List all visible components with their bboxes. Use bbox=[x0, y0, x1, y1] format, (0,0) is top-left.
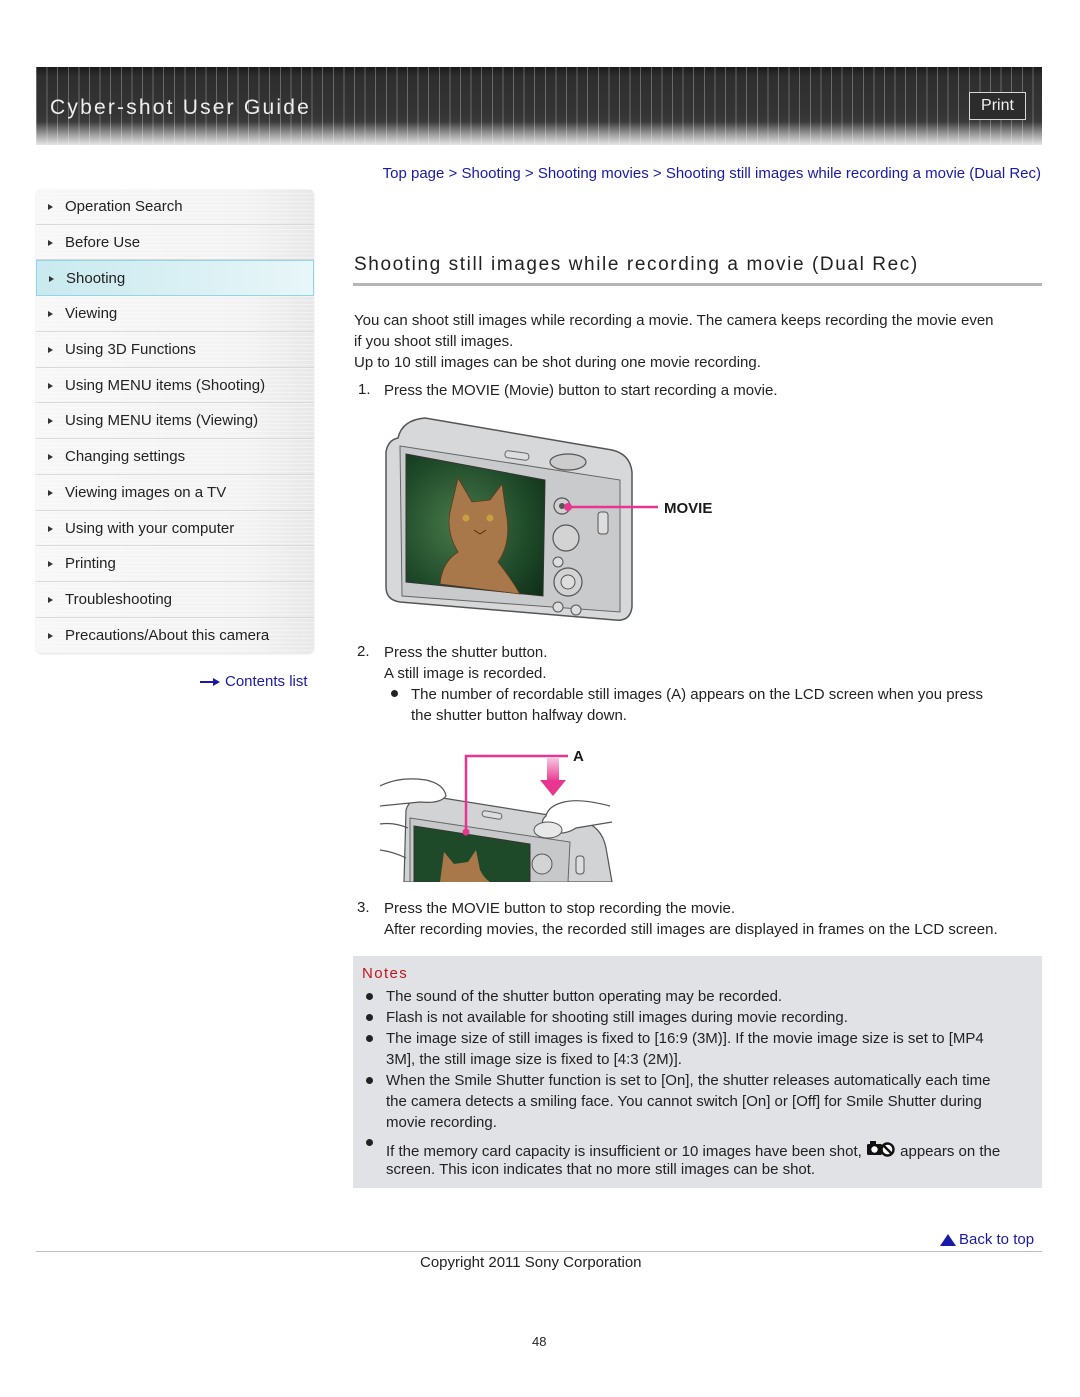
back-to-top-link[interactable]: Back to top bbox=[940, 1231, 1034, 1248]
triangle-right-icon bbox=[48, 382, 53, 389]
sidebar-item-label: Troubleshooting bbox=[65, 590, 173, 608]
sidebar-item-using-with-computer[interactable]: Using with your computer bbox=[36, 510, 314, 547]
sidebar-item-label: Using 3D Functions bbox=[65, 341, 196, 359]
page-number: 48 bbox=[532, 1334, 547, 1349]
sidebar-item-label: Using MENU items (Shooting) bbox=[65, 376, 266, 394]
page-title: Shooting still images while recording a … bbox=[354, 254, 919, 275]
sidebar-item-before-use[interactable]: Before Use bbox=[36, 224, 314, 261]
step-number: 2. bbox=[357, 643, 370, 660]
shutter-press-figure: A bbox=[380, 748, 613, 882]
breadcrumb: Top page > Shooting > Shooting movies > … bbox=[360, 163, 1041, 184]
sidebar-nav: Operation Search Before Use Shooting Vie… bbox=[36, 189, 314, 654]
bullet-icon bbox=[366, 1014, 373, 1021]
notes-box: Notes The sound of the shutter button op… bbox=[353, 956, 1042, 1188]
camera-movie-button-figure: MOVIE bbox=[385, 417, 712, 621]
note-1-text: The sound of the shutter button operatin… bbox=[386, 988, 783, 1005]
bullet-icon bbox=[366, 993, 373, 1000]
bullet-icon bbox=[366, 1139, 373, 1146]
sidebar-item-label: Viewing images on a TV bbox=[65, 483, 227, 501]
triangle-right-icon bbox=[48, 204, 53, 210]
sidebar-item-label: Using MENU items (Viewing) bbox=[65, 412, 259, 430]
sidebar-item-label: Before Use bbox=[65, 233, 141, 251]
breadcrumb-shooting-movies[interactable]: Shooting movies bbox=[538, 165, 649, 182]
print-button[interactable]: Print bbox=[969, 92, 1026, 120]
sidebar-item-label: Shooting bbox=[66, 270, 126, 288]
back-to-top-label: Back to top bbox=[959, 1231, 1035, 1248]
sidebar-item-label: Printing bbox=[65, 555, 116, 573]
title-divider bbox=[353, 283, 1042, 286]
triangle-right-icon bbox=[48, 239, 53, 246]
triangle-right-icon bbox=[48, 525, 53, 532]
intro-text-line-1: You can shoot still images while recordi… bbox=[354, 312, 994, 329]
triangle-right-icon bbox=[48, 454, 53, 461]
no-still-image-icon bbox=[866, 1138, 896, 1157]
sidebar-item-label: Precautions/About this camera bbox=[65, 626, 270, 644]
sidebar-item-label: Changing settings bbox=[65, 448, 186, 466]
contents-list-label: Contents list bbox=[225, 673, 308, 690]
step-2-text: Press the shutter button. bbox=[384, 644, 548, 661]
breadcrumb-current-page[interactable]: Shooting still images while recording a … bbox=[666, 165, 1041, 182]
step-1-text: Press the MOVIE (Movie) button to start … bbox=[384, 382, 778, 399]
note-4-line-1: When the Smile Shutter function is set t… bbox=[386, 1072, 991, 1089]
bullet-icon bbox=[366, 1077, 373, 1084]
notes-title: Notes bbox=[362, 965, 409, 982]
triangle-right-icon bbox=[48, 418, 53, 425]
breadcrumb-separator: > bbox=[648, 165, 666, 182]
app-title: Cyber-shot User Guide bbox=[50, 96, 311, 119]
breadcrumb-separator: > bbox=[520, 165, 538, 182]
note-4-line-3: movie recording. bbox=[386, 1114, 497, 1131]
sidebar-item-changing-settings[interactable]: Changing settings bbox=[36, 439, 314, 475]
intro-text-line-2: if you shoot still images. bbox=[354, 333, 514, 350]
sidebar-item-menu-shooting[interactable]: Using MENU items (Shooting) bbox=[36, 367, 314, 404]
header-banner: Cyber-shot User Guide Print bbox=[36, 67, 1042, 145]
sidebar-item-shooting[interactable]: Shooting bbox=[36, 260, 314, 297]
contents-list-link[interactable]: Contents list bbox=[200, 673, 308, 690]
note-5-line-2: screen. This icon indicates that no more… bbox=[386, 1161, 816, 1178]
arrow-right-icon bbox=[200, 677, 220, 687]
sidebar-item-label: Using with your computer bbox=[65, 519, 235, 537]
sidebar-item-menu-viewing[interactable]: Using MENU items (Viewing) bbox=[36, 403, 314, 440]
breadcrumb-separator: > bbox=[444, 165, 462, 182]
note-5-text-before-icon: If the memory card capacity is insuffici… bbox=[386, 1143, 862, 1160]
a-callout-label: A bbox=[573, 748, 584, 765]
bullet-icon bbox=[391, 690, 398, 697]
triangle-right-icon bbox=[48, 632, 53, 639]
triangle-up-icon bbox=[940, 1233, 956, 1246]
sidebar-item-operation-search[interactable]: Operation Search bbox=[36, 189, 314, 225]
intro-text-line-3: Up to 10 still images can be shot during… bbox=[354, 354, 761, 371]
sidebar-item-printing[interactable]: Printing bbox=[36, 546, 314, 582]
copyright-text: Copyright 2011 Sony Corporation bbox=[420, 1254, 642, 1271]
triangle-right-icon bbox=[48, 311, 53, 318]
bullet-icon bbox=[366, 1035, 373, 1042]
breadcrumb-shooting[interactable]: Shooting bbox=[461, 165, 520, 182]
step-2-bullet-line-1: The number of recordable still images (A… bbox=[411, 686, 983, 703]
sidebar-item-viewing-on-tv[interactable]: Viewing images on a TV bbox=[36, 474, 314, 511]
triangle-right-icon bbox=[48, 561, 53, 568]
note-5-text-after-icon: appears on the bbox=[900, 1143, 1001, 1160]
step-2-subtext: A still image is recorded. bbox=[384, 665, 547, 682]
step-2-bullet-line-2: the shutter button halfway down. bbox=[411, 707, 627, 724]
sidebar-item-precautions[interactable]: Precautions/About this camera bbox=[36, 617, 314, 654]
note-3-line-2: 3M], the still image size is fixed to [4… bbox=[386, 1051, 682, 1068]
sidebar-item-viewing[interactable]: Viewing bbox=[36, 296, 314, 333]
movie-callout-label: MOVIE bbox=[664, 500, 712, 517]
note-4-line-2: the camera detects a smiling face. You c… bbox=[386, 1093, 982, 1110]
step-number: 3. bbox=[357, 899, 370, 916]
sidebar-item-label: Viewing bbox=[65, 305, 118, 323]
sidebar-item-label: Operation Search bbox=[65, 198, 183, 215]
breadcrumb-top-page[interactable]: Top page bbox=[383, 165, 445, 182]
note-2-text: Flash is not available for shooting stil… bbox=[386, 1009, 848, 1026]
triangle-right-icon bbox=[48, 489, 53, 496]
footer-divider bbox=[36, 1251, 1042, 1252]
triangle-right-icon bbox=[48, 596, 53, 603]
sidebar-item-troubleshooting[interactable]: Troubleshooting bbox=[36, 581, 314, 618]
step-3-subtext: After recording movies, the recorded sti… bbox=[384, 921, 998, 938]
note-3-line-1: The image size of still images is fixed … bbox=[386, 1030, 984, 1047]
sidebar-item-using-3d-functions[interactable]: Using 3D Functions bbox=[36, 332, 314, 368]
step-number: 1. bbox=[358, 381, 371, 398]
triangle-right-icon bbox=[49, 276, 54, 283]
step-3-text: Press the MOVIE button to stop recording… bbox=[384, 900, 736, 917]
triangle-right-icon bbox=[48, 347, 53, 354]
